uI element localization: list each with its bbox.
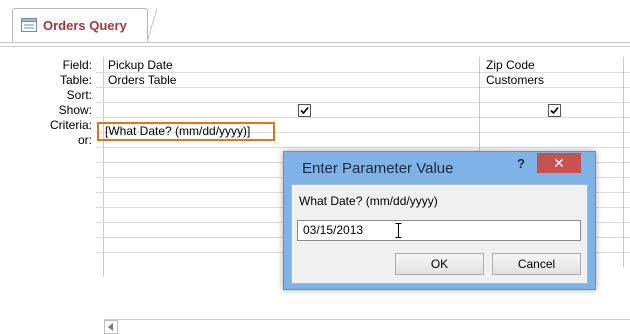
cell-field-zip-code[interactable]: Zip Code [482, 58, 624, 73]
grid-line [96, 102, 630, 103]
divider [0, 46, 630, 47]
text-cursor-icon [395, 223, 402, 244]
tab-orders-query[interactable]: Orders Query [12, 8, 157, 42]
row-label-show: Show: [58, 103, 92, 117]
horizontal-scrollbar[interactable] [104, 319, 630, 334]
column-divider [623, 57, 624, 267]
parameter-prompt: What Date? (mm/dd/yyyy) [299, 194, 438, 208]
show-checkbox-pickup-date[interactable] [298, 104, 311, 117]
row-label-or: or: [77, 133, 92, 147]
cell-field-pickup-date[interactable]: Pickup Date [104, 58, 478, 73]
grid-line [96, 117, 630, 118]
close-button[interactable]: ✕ [537, 153, 581, 173]
ok-button[interactable]: OK [395, 253, 484, 275]
help-button[interactable]: ? [510, 154, 532, 174]
row-label-table: Table: [59, 73, 92, 87]
parameter-value-text: 03/15/2013 [303, 223, 364, 237]
cell-table-customers[interactable]: Customers [482, 73, 624, 88]
design-grid-row-labels: Field: Table: Sort: Show: Criteria: or: [0, 58, 96, 148]
query-icon [21, 18, 37, 32]
grid-line [96, 147, 630, 148]
cell-table-orders[interactable]: Orders Table [104, 73, 478, 88]
parameter-value-input[interactable]: 03/15/2013 [297, 220, 581, 241]
row-label-field: Field: [62, 58, 92, 72]
document-tab-strip: Orders Query [0, 0, 630, 43]
dialog-title: Enter Parameter Value [302, 160, 454, 177]
scroll-left-arrow-icon[interactable] [104, 320, 118, 334]
cancel-button[interactable]: Cancel [492, 253, 581, 275]
row-label-sort: Sort: [66, 88, 92, 102]
row-label-criteria: Criteria: [49, 118, 92, 132]
tab-title: Orders Query [43, 18, 127, 33]
enter-parameter-dialog: Enter Parameter Value ? ✕ What Date? (mm… [283, 151, 596, 290]
dialog-body: What Date? (mm/dd/yyyy) 03/15/2013 OK Ca… [291, 184, 588, 284]
cell-criteria-pickup-date[interactable]: [What Date? (mm/dd/yyyy)] [101, 124, 281, 139]
show-checkbox-zip-code[interactable] [548, 104, 561, 117]
